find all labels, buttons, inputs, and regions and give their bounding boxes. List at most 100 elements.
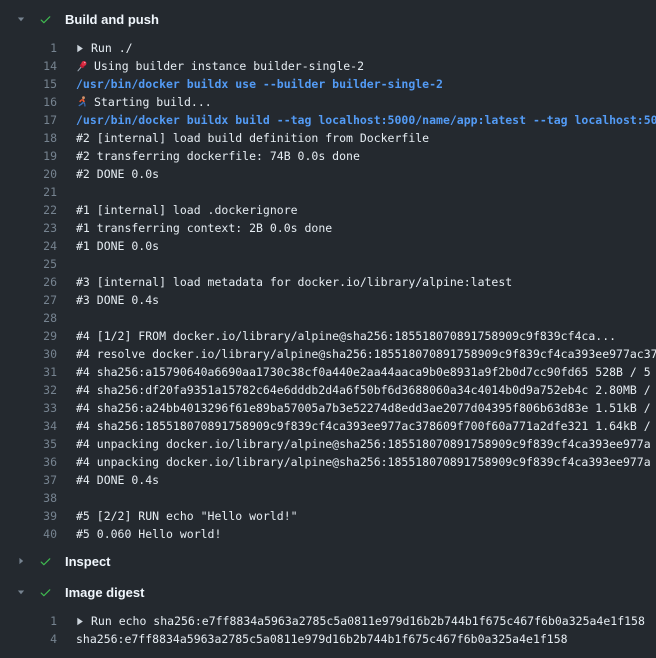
line-text: #5 [2/2] RUN echo "Hello world!" [76,509,298,523]
chevron-down-icon[interactable] [14,14,28,24]
section-title: Image digest [65,585,144,600]
log-line: 33 #4 sha256:a24bb4013296f61e89ba57005a7b… [0,399,656,417]
line-number[interactable]: 31 [0,365,57,379]
line-text: /usr/bin/docker buildx build --tag local… [76,113,656,127]
log-section-image-digest: Image digest 1 Run echo sha256:e7ff8834a59… [0,578,656,649]
log-line: 37#4 DONE 0.4s [0,471,656,489]
line-text: #4 sha256:df20fa9351a15782c64e6dddb2d4a6… [76,383,651,397]
line-number[interactable]: 4 [0,632,57,646]
line-text: #1 DONE 0.0s [76,239,159,253]
success-check-icon [39,586,52,599]
success-check-icon [39,13,52,26]
line-text: #3 [internal] load metadata for docker.i… [76,275,512,289]
line-number[interactable]: 15 [0,77,57,91]
line-text: #5 0.060 Hello world! [76,527,221,541]
line-number[interactable]: 35 [0,437,57,451]
line-text: #4 sha256:a15790640a6690aa1730c38cf0a440… [76,365,651,379]
section-header-image-digest[interactable]: Image digest [0,578,656,606]
line-text: #4 sha256:185518070891758909c9f839cf4ca3… [76,419,651,433]
line-number[interactable]: 40 [0,527,57,541]
line-number[interactable]: 21 [0,185,57,199]
line-number[interactable]: 36 [0,455,57,469]
section-log-lines: 1 Run ./ 14 Using builder instance builder-… [0,33,656,544]
line-number[interactable]: 1 [0,41,57,55]
line-text: Run ./ [91,41,133,55]
chevron-right-icon[interactable] [14,556,28,566]
line-text: #3 DONE 0.4s [76,293,159,307]
line-text: #4 sha256:a24bb4013296f61e89ba57005a7b3e… [76,401,651,415]
line-text: #2 transferring dockerfile: 74B 0.0s don… [76,149,360,163]
line-number[interactable]: 34 [0,419,57,433]
log-line: 1 Run ./ [0,39,656,57]
log-line: 30 #4 resolve docker.io/library/alpine@sh… [0,345,656,363]
log-section-build-and-push: Build and push 1 Run ./ 14 Using builder ins… [0,5,656,544]
line-number[interactable]: 20 [0,167,57,181]
log-line: 16 Starting build... [0,93,656,111]
line-number[interactable]: 28 [0,311,57,325]
chevron-down-icon[interactable] [14,587,28,597]
line-number[interactable]: 19 [0,149,57,163]
log-line: 14 Using builder instance builder-single-… [0,57,656,75]
section-title: Inspect [65,554,111,569]
line-text: #2 DONE 0.0s [76,167,159,181]
line-text: #4 resolve docker.io/library/alpine@sha2… [76,347,656,361]
line-text: #4 unpacking docker.io/library/alpine@sh… [76,455,651,469]
line-number[interactable]: 22 [0,203,57,217]
line-number[interactable]: 32 [0,383,57,397]
line-text: Starting build... [94,95,212,109]
log-line: 4 sha256:e7ff8834a5963a2785c5a0811e979d16… [0,630,656,648]
line-text: Run echo sha256:e7ff8834a5963a2785c5a081… [91,614,645,628]
log-line: 34 #4 sha256:185518070891758909c9f839cf4c… [0,417,656,435]
line-number[interactable]: 39 [0,509,57,523]
log-line: 31 #4 sha256:a15790640a6690aa1730c38cf0a4… [0,363,656,381]
line-number[interactable]: 27 [0,293,57,307]
log-line: 35 #4 unpacking docker.io/library/alpine@… [0,435,656,453]
line-text: #1 transferring context: 2B 0.0s done [76,221,332,235]
log-line: 39 #5 [2/2] RUN echo "Hello world!" [0,507,656,525]
line-text: #4 [1/2] FROM docker.io/library/alpine@s… [76,329,616,343]
log-line: 23 #1 transferring context: 2B 0.0s done [0,219,656,237]
line-number[interactable]: 38 [0,491,57,505]
line-text: sha256:e7ff8834a5963a2785c5a0811e979d16b… [76,632,568,646]
log-section-inspect: Inspect [0,547,656,575]
log-line: 17/usr/bin/docker buildx build --tag loc… [0,111,656,129]
line-number[interactable]: 24 [0,239,57,253]
line-number[interactable]: 26 [0,275,57,289]
line-number[interactable]: 37 [0,473,57,487]
log-line: 36 #4 unpacking docker.io/library/alpine@… [0,453,656,471]
expand-triangle-icon[interactable] [76,617,84,626]
log-line: 18 #2 [internal] load build definition fr… [0,129,656,147]
section-header-build-and-push[interactable]: Build and push [0,5,656,33]
log-line: 19 #2 transferring dockerfile: 74B 0.0s d… [0,147,656,165]
line-number[interactable]: 30 [0,347,57,361]
pushpin-icon [76,60,88,72]
section-header-inspect[interactable]: Inspect [0,547,656,575]
line-number[interactable]: 1 [0,614,57,628]
line-number[interactable]: 14 [0,59,57,73]
line-number[interactable]: 25 [0,257,57,271]
log-line: 21 [0,183,656,201]
line-number[interactable]: 33 [0,401,57,415]
log-line: 1 Run echo sha256:e7ff8834a5963a2785c5a08… [0,612,656,630]
line-text: #4 unpacking docker.io/library/alpine@sh… [76,437,651,451]
log-line: 22 #1 [internal] load .dockerignore [0,201,656,219]
log-line: 32 #4 sha256:df20fa9351a15782c64e6dddb2d4… [0,381,656,399]
line-number[interactable]: 16 [0,95,57,109]
log-line: 20 #2 DONE 0.0s [0,165,656,183]
line-number[interactable]: 23 [0,221,57,235]
log-line: 26 #3 [internal] load metadata for docker… [0,273,656,291]
line-text: #2 [internal] load build definition from… [76,131,429,145]
workflow-log-viewer: Build and push1Run ./14Using builder ins… [0,5,656,649]
line-number[interactable]: 17 [0,113,57,127]
line-text: #1 [internal] load .dockerignore [76,203,298,217]
section-log-lines: 1 Run echo sha256:e7ff8834a5963a2785c5a08… [0,606,656,649]
line-number[interactable]: 29 [0,329,57,343]
log-line: 27 #3 DONE 0.4s [0,291,656,309]
line-number[interactable]: 18 [0,131,57,145]
expand-triangle-icon[interactable] [76,44,84,53]
log-line: 24 #1 DONE 0.0s [0,237,656,255]
runner-icon [76,96,88,108]
log-line: 15/usr/bin/docker buildx use --builder b… [0,75,656,93]
line-text: Using builder instance builder-single-2 [94,59,364,73]
log-line: 25 [0,255,656,273]
